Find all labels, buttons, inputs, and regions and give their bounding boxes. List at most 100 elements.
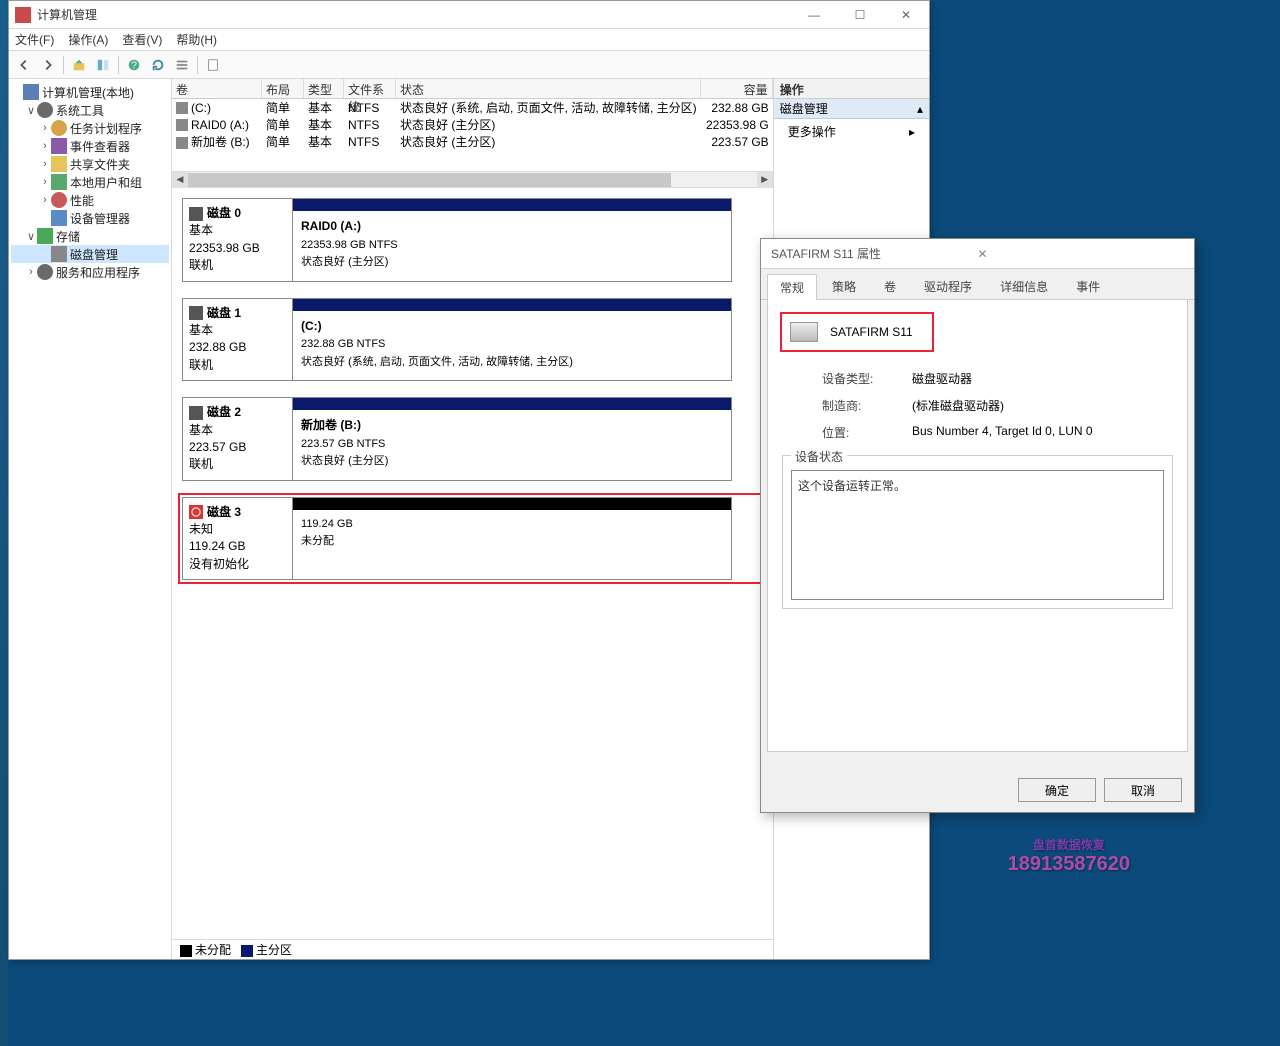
partition-band — [293, 299, 731, 311]
partition-band — [293, 398, 731, 410]
chevron-right-icon: ▸ — [909, 125, 915, 139]
device-type-label: 设备类型: — [822, 370, 912, 387]
col-volume[interactable]: 卷 — [172, 79, 262, 98]
status-textbox[interactable]: 这个设备运转正常。 — [791, 470, 1164, 600]
tree-event-viewer[interactable]: 事件查看器 — [70, 138, 130, 155]
tree-performance[interactable]: 性能 — [70, 192, 94, 209]
tree-local-users[interactable]: 本地用户和组 — [70, 174, 142, 191]
window-title: 计算机管理 — [37, 6, 791, 23]
tree-disk-management[interactable]: 磁盘管理 — [70, 246, 118, 263]
menu-view[interactable]: 查看(V) — [122, 31, 162, 48]
nav-forward-button[interactable] — [37, 54, 59, 76]
disk-partition[interactable]: 119.24 GB未分配 — [292, 497, 732, 581]
tab-policy[interactable]: 策略 — [819, 273, 869, 299]
col-type[interactable]: 类型 — [304, 79, 344, 98]
volume-table[interactable]: 卷 布局 类型 文件系统 状态 容量 (C:)简单基本NTFS状态良好 (系统,… — [172, 79, 773, 188]
status-legend: 设备状态 — [791, 448, 847, 465]
tree-task-scheduler[interactable]: 任务计划程序 — [70, 120, 142, 137]
properties-dialog: SATAFIRM S11 属性 ✕ 常规 策略 卷 驱动程序 详细信息 事件 S… — [760, 238, 1195, 813]
navigation-tree[interactable]: 计算机管理(本地) ∨系统工具 ›任务计划程序 ›事件查看器 ›共享文件夹 ›本… — [9, 79, 172, 959]
disk-info[interactable]: 磁盘 0基本22353.98 GB联机 — [182, 198, 292, 282]
partition-band — [293, 199, 731, 211]
titlebar[interactable]: 计算机管理 — ☐ ✕ — [9, 1, 929, 29]
disk-row[interactable]: 磁盘 0基本22353.98 GB联机RAID0 (A:)22353.98 GB… — [182, 198, 763, 282]
disk-info[interactable]: 磁盘 1基本232.88 GB联机 — [182, 298, 292, 382]
tab-detail[interactable]: 详细信息 — [987, 273, 1061, 299]
col-filesystem[interactable]: 文件系统 — [344, 79, 396, 98]
center-pane: 卷 布局 类型 文件系统 状态 容量 (C:)简单基本NTFS状态良好 (系统,… — [172, 79, 774, 959]
minimize-button[interactable]: — — [791, 1, 837, 29]
collapse-icon[interactable]: ▴ — [917, 102, 923, 116]
table-row[interactable]: 新加卷 (B:)简单基本NTFS状态良好 (主分区)223.57 GB — [172, 133, 773, 150]
tree-services[interactable]: 服务和应用程序 — [56, 264, 140, 281]
tree-shared-folders[interactable]: 共享文件夹 — [70, 156, 130, 173]
actions-header: 操作 — [774, 79, 929, 99]
app-icon — [15, 7, 31, 23]
menu-help[interactable]: 帮助(H) — [176, 31, 217, 48]
tab-event[interactable]: 事件 — [1063, 273, 1113, 299]
horizontal-scrollbar[interactable]: ◀ ▶ — [172, 171, 773, 187]
dialog-title: SATAFIRM S11 属性 — [771, 245, 978, 262]
manufacturer-value: (标准磁盘驱动器) — [912, 397, 1004, 414]
properties-button[interactable] — [202, 54, 224, 76]
tree-root[interactable]: 计算机管理(本地) — [42, 84, 134, 101]
disk-partition[interactable]: RAID0 (A:)22353.98 GB NTFS状态良好 (主分区) — [292, 198, 732, 282]
refresh-button[interactable] — [147, 54, 169, 76]
menu-action[interactable]: 操作(A) — [68, 31, 108, 48]
location-label: 位置: — [822, 424, 912, 441]
help-button[interactable]: ? — [123, 54, 145, 76]
disk-icon — [189, 306, 203, 320]
menubar: 文件(F) 操作(A) 查看(V) 帮助(H) — [9, 29, 929, 51]
dialog-close-button[interactable]: ✕ — [978, 247, 1185, 261]
tree-device-manager[interactable]: 设备管理器 — [70, 210, 130, 227]
disk-icon — [189, 406, 203, 420]
legend: 未分配 主分区 — [172, 939, 773, 959]
dialog-tabs: 常规 策略 卷 驱动程序 详细信息 事件 — [761, 269, 1194, 300]
disk-partition[interactable]: 新加卷 (B:)223.57 GB NTFS状态良好 (主分区) — [292, 397, 732, 481]
disk-row[interactable]: 磁盘 3未知119.24 GB没有初始化119.24 GB未分配 — [182, 497, 763, 581]
tree-storage[interactable]: 存储 — [56, 228, 80, 245]
maximize-button[interactable]: ☐ — [837, 1, 883, 29]
legend-unallocated: 未分配 — [195, 943, 231, 957]
tab-general[interactable]: 常规 — [767, 274, 817, 300]
watermark: 盘首数据恢复 18913587620 — [1008, 836, 1130, 876]
tree-system-tools[interactable]: 系统工具 — [56, 102, 104, 119]
nav-back-button[interactable] — [13, 54, 35, 76]
scroll-right-button[interactable]: ▶ — [757, 172, 773, 188]
cancel-button[interactable]: 取消 — [1104, 778, 1182, 802]
disk-row[interactable]: 磁盘 2基本223.57 GB联机新加卷 (B:)223.57 GB NTFS状… — [182, 397, 763, 481]
tab-volume[interactable]: 卷 — [871, 273, 909, 299]
device-status-fieldset: 设备状态 这个设备运转正常。 — [782, 455, 1173, 609]
legend-primary: 主分区 — [256, 943, 292, 957]
dialog-titlebar[interactable]: SATAFIRM S11 属性 ✕ — [761, 239, 1194, 269]
actions-section[interactable]: 磁盘管理▴ — [774, 99, 929, 119]
location-value: Bus Number 4, Target Id 0, LUN 0 — [912, 424, 1093, 441]
disk-info[interactable]: 磁盘 2基本223.57 GB联机 — [182, 397, 292, 481]
disk-graphical-view: 磁盘 0基本22353.98 GB联机RAID0 (A:)22353.98 GB… — [172, 188, 773, 939]
col-status[interactable]: 状态 — [396, 79, 701, 98]
col-layout[interactable]: 布局 — [262, 79, 304, 98]
table-row[interactable]: RAID0 (A:)简单基本NTFS状态良好 (主分区)22353.98 G — [172, 116, 773, 133]
close-button[interactable]: ✕ — [883, 1, 929, 29]
svg-text:?: ? — [131, 59, 137, 71]
up-button[interactable] — [68, 54, 90, 76]
disk-row[interactable]: 磁盘 1基本232.88 GB联机(C:)232.88 GB NTFS状态良好 … — [182, 298, 763, 382]
disk-icon — [189, 505, 203, 519]
disk-drive-icon — [790, 322, 818, 342]
actions-more[interactable]: 更多操作▸ — [774, 119, 929, 144]
manufacturer-label: 制造商: — [822, 397, 912, 414]
device-name: SATAFIRM S11 — [830, 325, 913, 339]
partition-band — [293, 498, 731, 510]
disk-info[interactable]: 磁盘 3未知119.24 GB没有初始化 — [182, 497, 292, 581]
ok-button[interactable]: 确定 — [1018, 778, 1096, 802]
view-list-button[interactable] — [171, 54, 193, 76]
disk-partition[interactable]: (C:)232.88 GB NTFS状态良好 (系统, 启动, 页面文件, 活动… — [292, 298, 732, 382]
disk-icon — [189, 207, 203, 221]
table-row[interactable]: (C:)简单基本NTFS状态良好 (系统, 启动, 页面文件, 活动, 故障转储… — [172, 99, 773, 116]
col-capacity[interactable]: 容量 — [701, 79, 773, 98]
show-hide-tree-button[interactable] — [92, 54, 114, 76]
scroll-left-button[interactable]: ◀ — [172, 172, 188, 188]
menu-file[interactable]: 文件(F) — [15, 31, 54, 48]
scroll-thumb[interactable] — [188, 173, 671, 187]
tab-driver[interactable]: 驱动程序 — [911, 273, 985, 299]
